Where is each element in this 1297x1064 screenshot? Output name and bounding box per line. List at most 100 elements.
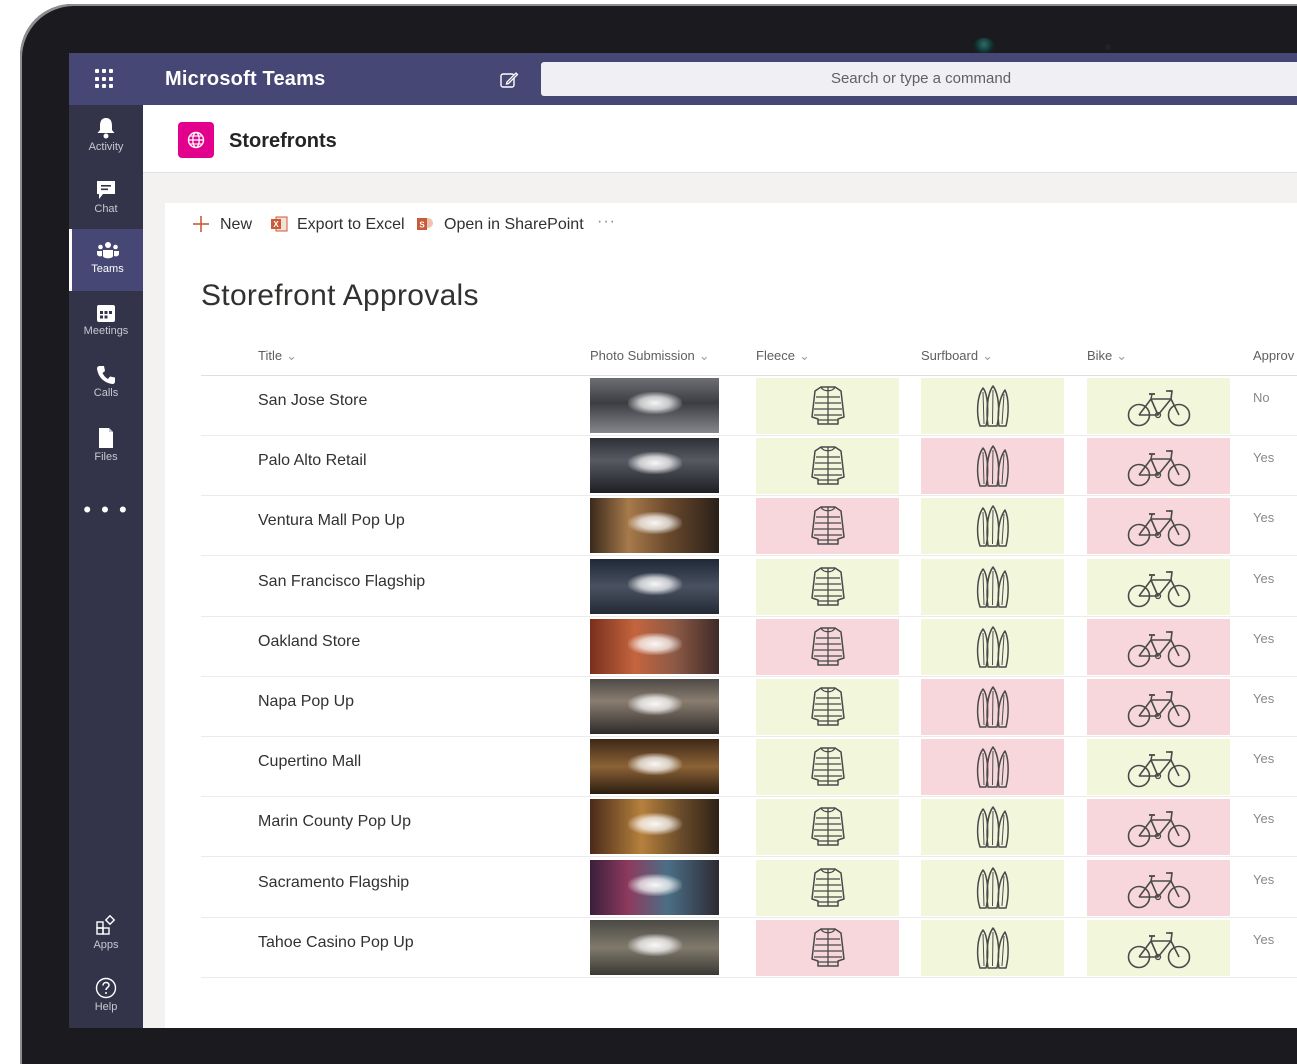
surfboard-cell[interactable] bbox=[921, 919, 1064, 976]
rail-item-teams[interactable]: Teams bbox=[69, 229, 143, 291]
row-title[interactable]: San Francisco Flagship bbox=[258, 573, 425, 591]
rail-item-meetings[interactable]: Meetings bbox=[69, 291, 143, 353]
list-row[interactable]: Marin County Pop Up Yes bbox=[201, 797, 1297, 858]
fleece-icon bbox=[810, 807, 845, 847]
rail-item-files[interactable]: Files bbox=[69, 415, 143, 477]
list-row[interactable]: Cupertino Mall Yes bbox=[201, 737, 1297, 798]
bike-cell[interactable] bbox=[1087, 919, 1230, 976]
new-chat-icon[interactable] bbox=[499, 70, 519, 90]
list-title: Storefront Approvals bbox=[201, 279, 479, 312]
more-commands-button[interactable]: ··· bbox=[597, 213, 616, 231]
fleece-cell[interactable] bbox=[756, 498, 899, 555]
list-row[interactable]: Tahoe Casino Pop Up Yes bbox=[201, 918, 1297, 978]
column-header-title[interactable]: Title ⌄ bbox=[258, 348, 297, 364]
bike-cell[interactable] bbox=[1087, 679, 1230, 735]
surfboard-cell[interactable] bbox=[921, 558, 1064, 615]
approved-value: Yes bbox=[1253, 751, 1275, 767]
rail-label: Meetings bbox=[83, 325, 129, 337]
fleece-cell[interactable] bbox=[756, 558, 899, 615]
column-header-bike[interactable]: Bike ⌄ bbox=[1087, 348, 1127, 364]
surfboard-cell[interactable] bbox=[921, 438, 1064, 495]
photo-submission-thumbnail[interactable] bbox=[590, 498, 719, 554]
fleece-cell[interactable] bbox=[756, 679, 899, 735]
fleece-cell[interactable] bbox=[756, 618, 899, 675]
new-button[interactable]: New bbox=[220, 216, 252, 234]
bike-cell[interactable] bbox=[1087, 378, 1230, 434]
photo-submission-thumbnail[interactable] bbox=[590, 859, 719, 915]
fleece-cell[interactable] bbox=[756, 859, 899, 916]
excel-icon: X bbox=[271, 216, 288, 232]
app-launcher-icon[interactable] bbox=[95, 69, 115, 89]
row-title[interactable]: Palo Alto Retail bbox=[258, 452, 367, 470]
row-title[interactable]: Cupertino Mall bbox=[258, 753, 361, 771]
title-bar: Microsoft Teams Search or type a command bbox=[69, 53, 1297, 105]
column-header-photo[interactable]: Photo Submission ⌄ bbox=[590, 348, 710, 364]
column-header-surfboard[interactable]: Surfboard ⌄ bbox=[921, 348, 993, 364]
fleece-cell[interactable] bbox=[756, 378, 899, 434]
surfboard-cell[interactable] bbox=[921, 739, 1064, 796]
photo-submission-thumbnail[interactable] bbox=[590, 378, 719, 433]
photo-submission-thumbnail[interactable] bbox=[590, 919, 719, 975]
photo-submission-thumbnail[interactable] bbox=[590, 618, 719, 674]
photo-submission-thumbnail[interactable] bbox=[590, 799, 719, 855]
rail-label: Help bbox=[94, 1001, 118, 1013]
row-title[interactable]: Sacramento Flagship bbox=[258, 874, 409, 892]
photo-submission-thumbnail[interactable] bbox=[590, 558, 719, 614]
rail-label: Calls bbox=[93, 387, 119, 399]
fleece-icon bbox=[810, 506, 845, 546]
list-row[interactable]: San Francisco Flagship Yes bbox=[201, 557, 1297, 617]
bike-cell[interactable] bbox=[1087, 859, 1230, 916]
surfboard-cell[interactable] bbox=[921, 799, 1064, 856]
fleece-cell[interactable] bbox=[756, 438, 899, 495]
surfboard-cell[interactable] bbox=[921, 498, 1064, 555]
surfboard-icon bbox=[976, 686, 1009, 728]
list-row[interactable]: Napa Pop Up Yes bbox=[201, 677, 1297, 737]
brand-watermark bbox=[628, 632, 682, 655]
open-sharepoint-button[interactable]: Open in SharePoint bbox=[444, 216, 584, 234]
column-header-fleece[interactable]: Fleece ⌄ bbox=[756, 348, 810, 364]
fleece-cell[interactable] bbox=[756, 799, 899, 856]
row-title[interactable]: Tahoe Casino Pop Up bbox=[258, 934, 414, 952]
row-title[interactable]: Oakland Store bbox=[258, 633, 360, 651]
fleece-cell[interactable] bbox=[756, 739, 899, 796]
bike-cell[interactable] bbox=[1087, 498, 1230, 555]
row-title[interactable]: Napa Pop Up bbox=[258, 693, 354, 711]
bike-cell[interactable] bbox=[1087, 558, 1230, 615]
row-title[interactable]: San Jose Store bbox=[258, 392, 367, 410]
bike-cell[interactable] bbox=[1087, 618, 1230, 675]
list-row[interactable]: Ventura Mall Pop Up Yes bbox=[201, 496, 1297, 557]
photo-submission-thumbnail[interactable] bbox=[590, 739, 719, 795]
rail-item-chat[interactable]: Chat bbox=[69, 167, 143, 229]
search-input[interactable]: Search or type a command bbox=[541, 62, 1297, 96]
rail-item-apps[interactable]: Apps bbox=[69, 903, 143, 965]
svg-text:X: X bbox=[273, 220, 279, 229]
light-sensor bbox=[1105, 44, 1111, 50]
photo-submission-thumbnail[interactable] bbox=[590, 679, 719, 734]
photo-submission-thumbnail[interactable] bbox=[590, 438, 719, 494]
surfboard-cell[interactable] bbox=[921, 378, 1064, 434]
list-row[interactable]: Palo Alto Retail Yes bbox=[201, 436, 1297, 497]
surfboard-cell[interactable] bbox=[921, 618, 1064, 675]
list-row[interactable]: Oakland Store Yes bbox=[201, 617, 1297, 677]
rail-item-help[interactable]: Help bbox=[69, 965, 143, 1027]
surfboard-cell[interactable] bbox=[921, 859, 1064, 916]
column-header-approved[interactable]: Approv bbox=[1253, 348, 1294, 363]
bike-cell[interactable] bbox=[1087, 739, 1230, 796]
more-apps-icon[interactable]: • • • bbox=[69, 497, 143, 523]
bike-icon bbox=[1127, 390, 1190, 427]
row-title[interactable]: Marin County Pop Up bbox=[258, 813, 411, 831]
rail-item-calls[interactable]: Calls bbox=[69, 353, 143, 415]
rail-item-activity[interactable]: Activity bbox=[69, 105, 143, 167]
fleece-cell[interactable] bbox=[756, 919, 899, 976]
row-title[interactable]: Ventura Mall Pop Up bbox=[258, 512, 405, 530]
chevron-down-icon: ⌄ bbox=[698, 348, 710, 363]
bike-icon bbox=[1127, 570, 1190, 607]
bike-cell[interactable] bbox=[1087, 799, 1230, 856]
apps-icon bbox=[96, 915, 116, 935]
file-icon bbox=[99, 428, 113, 448]
export-excel-button[interactable]: Export to Excel bbox=[297, 216, 405, 234]
list-row[interactable]: San Jose Store No bbox=[201, 376, 1297, 436]
surfboard-cell[interactable] bbox=[921, 679, 1064, 735]
list-row[interactable]: Sacramento Flagship Yes bbox=[201, 858, 1297, 918]
bike-cell[interactable] bbox=[1087, 438, 1230, 495]
